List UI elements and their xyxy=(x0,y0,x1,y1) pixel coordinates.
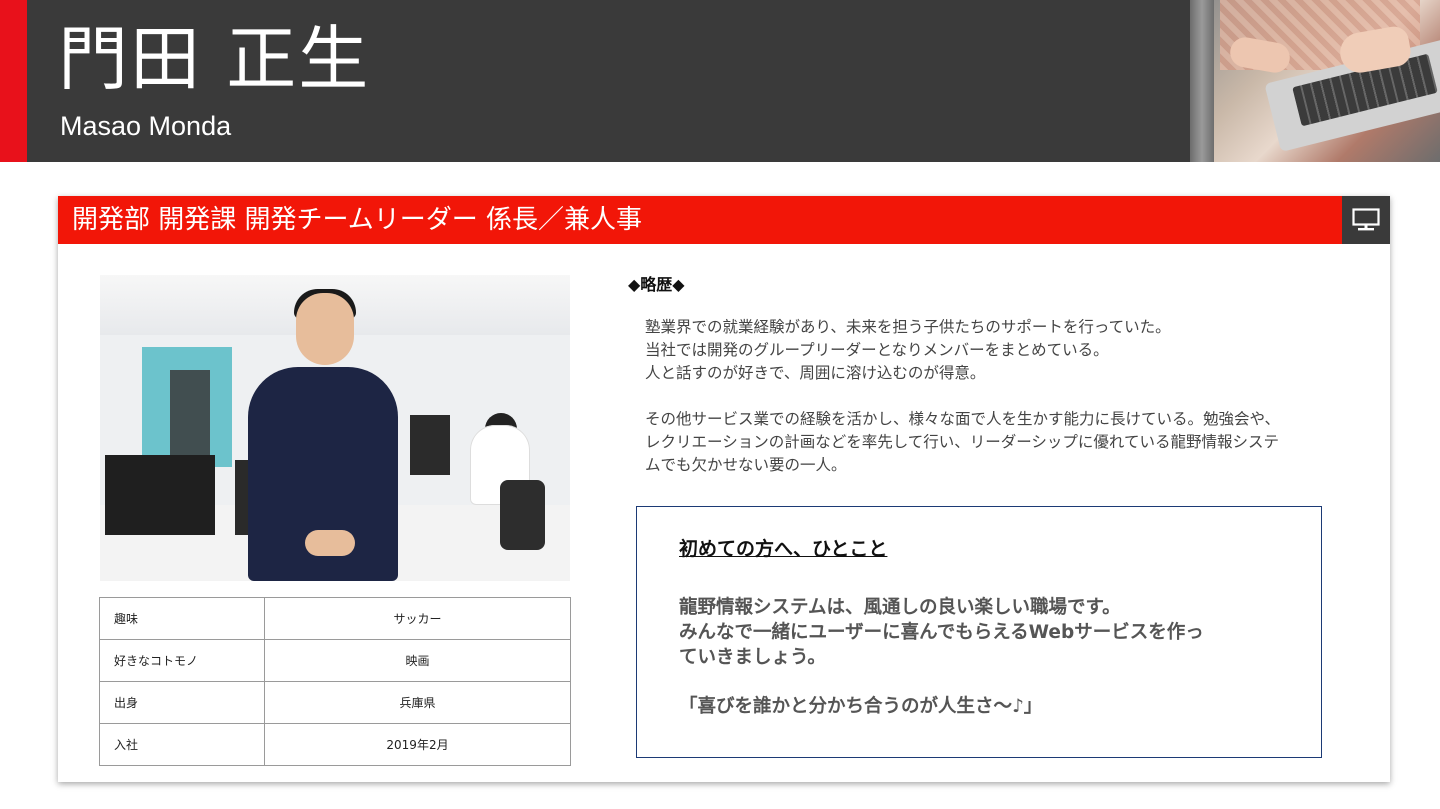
profile-header: 門田 正生 Masao Monda xyxy=(0,0,1440,162)
message-line: みんなで一緒にユーザーに喜んでもらえるWebサービスを作っ xyxy=(679,622,1204,643)
monitor-icon-button[interactable] xyxy=(1342,196,1390,244)
table-key: 出身 xyxy=(99,681,265,724)
header-accent-stripe xyxy=(0,0,27,162)
card-title-bar: 開発部 開発課 開発チームリーダー 係長／兼人事 xyxy=(58,196,1342,244)
message-quote: 「喜びを誰かと分かち合うのが人生さ〜♪」 xyxy=(679,696,1043,717)
name-english: Masao Monda xyxy=(60,111,232,141)
table-key: 趣味 xyxy=(99,597,265,640)
message-line: ていきましょう。 xyxy=(679,647,826,668)
table-row: 入社 2019年2月 xyxy=(99,723,571,766)
career-line: ムでも欠かせない要の一人。 xyxy=(645,456,847,474)
message-box: 初めての方へ、ひとこと 龍野情報システムは、風通しの良い楽しい職場です。 みんな… xyxy=(636,506,1322,758)
career-line: その他サービス業での経験を活かし、様々な面で人を生かす能力に長けている。勉強会や… xyxy=(645,410,1281,428)
table-value: 映画 xyxy=(264,639,571,682)
table-key: 好きなコトモノ xyxy=(99,639,265,682)
table-value: 兵庫県 xyxy=(264,681,571,724)
header-laptop-photo xyxy=(1190,0,1440,162)
career-text: 塾業界での就業経験があり、未来を担う子供たちのサポートを行っていた。 当社では開… xyxy=(645,316,1325,477)
career-line: レクリエーションの計画などを率先して行い、リーダーシップに優れている龍野情報シス… xyxy=(645,433,1279,451)
profile-card: 開発部 開発課 開発チームリーダー 係長／兼人事 趣味 サッカー 好きなコトモノ… xyxy=(58,196,1390,782)
message-title: 初めての方へ、ひとこと xyxy=(679,538,888,560)
table-value: サッカー xyxy=(264,597,571,640)
career-line: 人と話すのが好きで、周囲に溶け込むのが得意。 xyxy=(645,364,986,382)
career-line: 当社では開発のグループリーダーとなりメンバーをまとめている。 xyxy=(645,341,1109,359)
message-text: 龍野情報システムは、風通しの良い楽しい職場です。 みんなで一緒にユーザーに喜んで… xyxy=(679,595,1279,670)
name-japanese: 門田 正生 xyxy=(58,18,371,100)
table-row: 趣味 サッカー xyxy=(99,597,571,640)
profile-photo xyxy=(100,275,570,581)
career-line: 塾業界での就業経験があり、未来を担う子供たちのサポートを行っていた。 xyxy=(645,318,1171,336)
table-row: 好きなコトモノ 映画 xyxy=(99,639,571,682)
career-heading: ◆略歴◆ xyxy=(628,275,685,294)
table-value: 2019年2月 xyxy=(264,723,571,766)
message-line: 龍野情報システムは、風通しの良い楽しい職場です。 xyxy=(679,597,1121,618)
table-key: 入社 xyxy=(99,723,265,766)
profile-info-table: 趣味 サッカー 好きなコトモノ 映画 出身 兵庫県 入社 2019年2月 xyxy=(99,597,571,766)
job-title: 開発部 開発課 開発チームリーダー 係長／兼人事 xyxy=(72,205,643,235)
monitor-icon xyxy=(1352,208,1380,231)
table-row: 出身 兵庫県 xyxy=(99,681,571,724)
